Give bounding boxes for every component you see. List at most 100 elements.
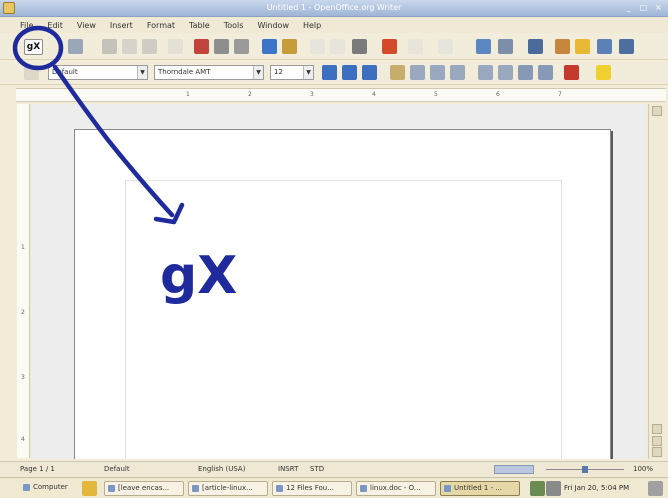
increase-indent-icon[interactable]	[538, 65, 553, 80]
decrease-indent-icon[interactable]	[518, 65, 533, 80]
email-icon[interactable]	[142, 39, 157, 54]
font-name-select[interactable]: Thorndale AMT ▼	[154, 65, 264, 80]
menu-help[interactable]: Help	[303, 21, 321, 30]
navigator-icon[interactable]	[575, 39, 590, 54]
cut-icon[interactable]	[310, 39, 325, 54]
task-button[interactable]: 12 Files Fou...	[272, 481, 352, 496]
vertical-ruler[interactable]: 1 2 3 4	[17, 104, 30, 458]
ruler-number: 2	[21, 309, 25, 316]
taskbar: Computer [leave encas... [article-linux.…	[0, 477, 668, 498]
bullets-icon[interactable]	[498, 65, 513, 80]
open-folder-icon[interactable]	[102, 39, 117, 54]
navigation-icon[interactable]	[652, 436, 662, 446]
redo-icon[interactable]	[438, 39, 453, 54]
maximize-icon[interactable]: □	[638, 2, 649, 13]
document-area[interactable]	[32, 104, 646, 459]
font-color-icon[interactable]	[564, 65, 579, 80]
menu-view[interactable]: View	[77, 21, 96, 30]
edit-file-icon[interactable]	[168, 39, 183, 54]
view-layout-icon[interactable]	[494, 465, 534, 474]
menu-file[interactable]: File	[20, 21, 33, 30]
ruler-number: 4	[21, 436, 25, 443]
selection-mode-indicator[interactable]: STD	[310, 465, 324, 473]
table-icon[interactable]	[498, 39, 513, 54]
print-icon[interactable]	[214, 39, 229, 54]
network-icon[interactable]	[530, 481, 545, 496]
numbering-icon[interactable]	[478, 65, 493, 80]
window-icon	[192, 485, 199, 492]
ruler-number: 6	[496, 91, 500, 98]
align-right-icon[interactable]	[430, 65, 445, 80]
language-indicator[interactable]: English (USA)	[198, 465, 245, 473]
status-bar: Page 1 / 1 Default English (USA) INSRT S…	[0, 461, 668, 476]
hyperlink-icon[interactable]	[476, 39, 491, 54]
bold-icon[interactable]	[322, 65, 337, 80]
task-button[interactable]: linux.doc - O...	[356, 481, 436, 496]
task-button[interactable]: [leave encas...	[104, 481, 184, 496]
ruler-number: 2	[248, 91, 252, 98]
align-center-icon[interactable]	[410, 65, 425, 80]
align-left-icon[interactable]	[390, 65, 405, 80]
computer-icon	[23, 484, 30, 491]
ruler-number: 3	[310, 91, 314, 98]
undo-icon[interactable]	[408, 39, 423, 54]
menu-edit[interactable]: Edit	[47, 21, 63, 30]
computer-menu-button[interactable]: Computer	[20, 481, 76, 496]
menu-table[interactable]: Table	[189, 21, 210, 30]
export-pdf-icon[interactable]	[194, 39, 209, 54]
font-name-value: Thorndale AMT	[158, 68, 211, 76]
font-size-value: 12	[274, 68, 283, 76]
show-draw-functions-icon[interactable]	[528, 39, 543, 54]
scroll-up-icon[interactable]	[652, 106, 662, 116]
ruler-number: 7	[558, 91, 562, 98]
data-sources-icon[interactable]	[619, 39, 634, 54]
paragraph-style-value: Default	[52, 68, 78, 76]
zoom-slider-handle[interactable]	[582, 466, 588, 473]
page-indicator[interactable]: Page 1 / 1	[20, 465, 55, 473]
insert-mode-indicator[interactable]: INSRT	[278, 465, 298, 473]
clock[interactable]: Fri Jan 20, 5:04 PM	[564, 484, 629, 492]
window-controls: _ □ ×	[623, 2, 664, 13]
menu-format[interactable]: Format	[147, 21, 175, 30]
previous-page-icon[interactable]	[652, 424, 662, 434]
standard-toolbar: gX	[0, 34, 668, 60]
close-icon[interactable]: ×	[653, 2, 664, 13]
notes-launcher-icon[interactable]	[82, 481, 97, 496]
italic-icon[interactable]	[342, 65, 357, 80]
window-icon	[108, 485, 115, 492]
show-desktop-icon[interactable]	[648, 481, 663, 496]
underline-icon[interactable]	[362, 65, 377, 80]
highlighting-icon[interactable]	[596, 65, 611, 80]
spellcheck-icon[interactable]	[262, 39, 277, 54]
gx-button[interactable]: gX	[24, 39, 43, 55]
document-page[interactable]	[74, 129, 611, 459]
clone-formatting-icon[interactable]	[382, 39, 397, 54]
paste-icon[interactable]	[352, 39, 367, 54]
document-icon	[360, 485, 367, 492]
menu-window[interactable]: Window	[257, 21, 289, 30]
paragraph-style-select[interactable]: Default ▼	[48, 65, 148, 80]
horizontal-ruler[interactable]: 1 2 3 4 5 6 7	[16, 88, 666, 102]
find-replace-icon[interactable]	[555, 39, 570, 54]
justify-icon[interactable]	[450, 65, 465, 80]
styles-formatting-icon[interactable]	[24, 65, 39, 80]
autospellcheck-icon[interactable]	[282, 39, 297, 54]
new-document-icon[interactable]	[68, 39, 83, 54]
menu-insert[interactable]: Insert	[110, 21, 133, 30]
copy-icon[interactable]	[330, 39, 345, 54]
next-page-icon[interactable]	[652, 447, 662, 457]
menu-tools[interactable]: Tools	[224, 21, 244, 30]
task-button-active[interactable]: Untitled 1 - ...	[440, 481, 520, 496]
ruler-number: 1	[186, 91, 190, 98]
zoom-level[interactable]: 100%	[633, 465, 653, 473]
volume-icon[interactable]	[546, 481, 561, 496]
vertical-scrollbar[interactable]	[648, 104, 664, 459]
font-size-select[interactable]: 12 ▼	[270, 65, 314, 80]
page-preview-icon[interactable]	[234, 39, 249, 54]
menu-bar: File Edit View Insert Format Table Tools…	[0, 17, 668, 33]
gallery-icon[interactable]	[597, 39, 612, 54]
minimize-icon[interactable]: _	[623, 2, 634, 13]
save-icon[interactable]	[122, 39, 137, 54]
task-button[interactable]: [article-linux...	[188, 481, 268, 496]
page-style-indicator[interactable]: Default	[104, 465, 130, 473]
